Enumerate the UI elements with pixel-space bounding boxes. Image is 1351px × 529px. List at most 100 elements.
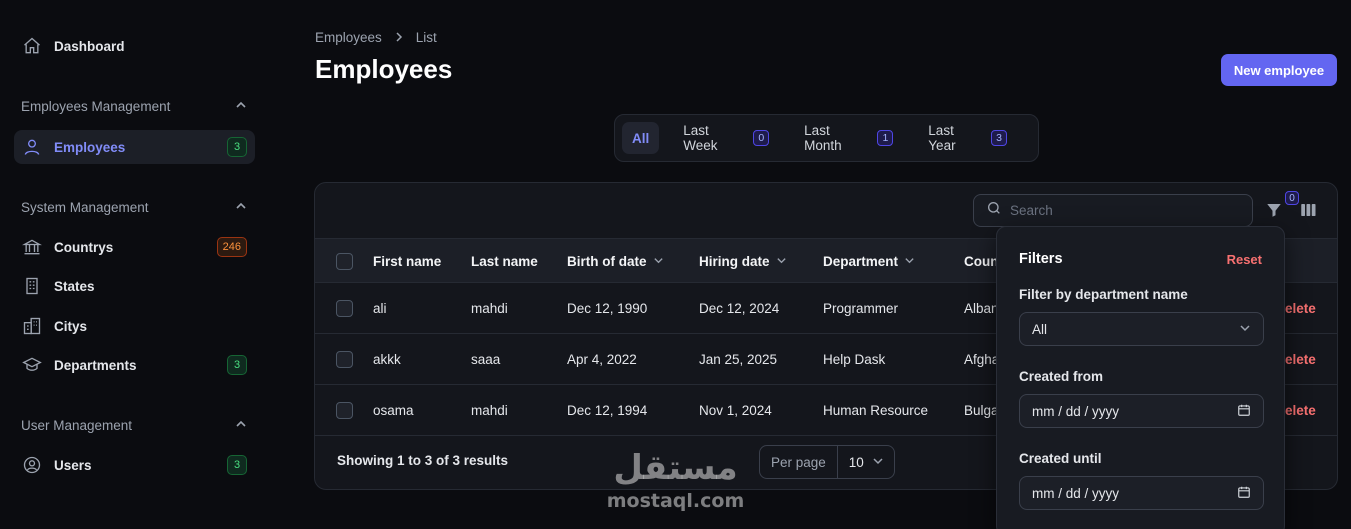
count-badge: 3 — [227, 455, 247, 475]
column-header[interactable]: First name — [373, 239, 441, 284]
created-from-label: Created from — [1019, 369, 1104, 384]
sidebar: Dashboard Employees Management Employees… — [0, 0, 270, 529]
cell-first-name: osama — [373, 403, 414, 418]
tab-label: Last Week — [683, 123, 718, 153]
tab-last-month[interactable]: Last Month 1 — [793, 122, 904, 154]
chevron-up-icon — [235, 99, 247, 114]
department-select-value: All — [1032, 321, 1048, 337]
column-header[interactable]: Department — [823, 239, 915, 284]
cell-department: Programmer — [823, 301, 899, 316]
select-all-checkbox[interactable] — [336, 253, 353, 270]
sidebar-item-users[interactable]: Users 3 — [14, 448, 255, 482]
column-header-label: Last name — [471, 254, 538, 269]
sidebar-item-label: States — [54, 278, 95, 294]
search-icon — [986, 200, 1002, 221]
tab-count-badge: 3 — [991, 130, 1007, 146]
sidebar-item-citys[interactable]: Citys — [14, 309, 255, 343]
user-circle-icon — [22, 455, 42, 475]
created-until-label: Created until — [1019, 451, 1102, 466]
sidebar-item-countrys[interactable]: Countrys 246 — [14, 230, 255, 264]
column-header[interactable]: Last name — [471, 239, 538, 284]
cell-last-name: mahdi — [471, 403, 508, 418]
cell-country: Bulga — [964, 403, 999, 418]
column-header-label: Coun — [964, 254, 999, 269]
column-header-label: Hiring date — [699, 254, 770, 269]
cell-birth-date: Dec 12, 1994 — [567, 403, 648, 418]
search-input[interactable] — [1010, 203, 1240, 218]
user-icon — [22, 137, 42, 157]
breadcrumb: Employees List — [315, 30, 437, 45]
building-icon — [22, 276, 42, 296]
search-box[interactable] — [973, 194, 1253, 227]
tab-last-week[interactable]: Last Week 0 — [672, 122, 780, 154]
created-from-field[interactable]: mm / dd / yyyy — [1019, 394, 1264, 428]
column-header-label: First name — [373, 254, 442, 269]
tab-all[interactable]: All — [622, 122, 660, 154]
tab-label: All — [632, 130, 650, 146]
created-until-placeholder: mm / dd / yyyy — [1032, 485, 1120, 501]
column-header[interactable]: Coun — [964, 239, 999, 284]
cell-last-name: mahdi — [471, 301, 508, 316]
chevron-down-icon — [653, 254, 664, 269]
columns-icon[interactable] — [1299, 201, 1317, 219]
department-filter-label: Filter by department name — [1019, 287, 1188, 302]
group-system-management[interactable]: System Management — [21, 200, 247, 215]
sidebar-item-employees[interactable]: Employees 3 — [14, 130, 255, 164]
watermark: مستقل mostaql.com — [603, 446, 748, 512]
new-employee-button[interactable]: New employee — [1221, 54, 1337, 86]
count-badge: 3 — [227, 137, 247, 157]
group-user-management[interactable]: User Management — [21, 418, 247, 433]
sidebar-item-label: Countrys — [54, 239, 114, 255]
filters-title: Filters — [1019, 251, 1063, 267]
sidebar-item-dashboard[interactable]: Dashboard — [14, 29, 255, 63]
tab-count-badge: 1 — [877, 130, 894, 146]
chevron-down-icon — [904, 254, 915, 269]
sidebar-item-label: Departments — [54, 357, 137, 373]
created-until-field[interactable]: mm / dd / yyyy — [1019, 476, 1264, 510]
department-select[interactable]: All — [1019, 312, 1264, 346]
breadcrumb-parent[interactable]: Employees — [315, 30, 382, 45]
chevron-up-icon — [235, 418, 247, 433]
calendar-icon[interactable] — [1237, 485, 1251, 502]
sidebar-item-states[interactable]: States — [14, 269, 255, 303]
tab-last-year[interactable]: Last Year 3 — [917, 122, 1018, 154]
cell-department: Help Dask — [823, 352, 886, 367]
delete-action[interactable]: elete — [1285, 283, 1316, 334]
column-header-label: Department — [823, 254, 899, 269]
cell-hiring-date: Jan 25, 2025 — [699, 352, 778, 367]
filter-icon[interactable] — [1265, 201, 1285, 221]
reset-filters-button[interactable]: Reset — [1227, 252, 1262, 267]
per-page-label: Per page — [760, 446, 838, 478]
filter-tabs: All Last Week 0 Last Month 1 Last Year 3 — [614, 114, 1039, 162]
delete-action[interactable]: elete — [1285, 385, 1316, 436]
tab-label: Last Year — [928, 123, 956, 153]
calendar-icon[interactable] — [1237, 403, 1251, 420]
cell-country: Alban — [964, 301, 999, 316]
city-icon — [22, 316, 42, 336]
column-header[interactable]: Birth of date — [567, 239, 664, 284]
chevron-up-icon — [235, 200, 247, 215]
column-header[interactable]: Hiring date — [699, 239, 787, 284]
row-checkbox[interactable] — [336, 402, 353, 419]
cell-department: Human Resource — [823, 403, 929, 418]
home-icon — [22, 36, 42, 56]
created-from-placeholder: mm / dd / yyyy — [1032, 403, 1120, 419]
per-page-value-text: 10 — [848, 454, 864, 470]
count-badge: 246 — [216, 237, 247, 257]
sidebar-item-label: Employees — [54, 139, 126, 155]
cell-hiring-date: Nov 1, 2024 — [699, 403, 772, 418]
group-employees-management[interactable]: Employees Management — [21, 99, 247, 114]
sidebar-item-label: Users — [54, 457, 92, 473]
tab-count-badge: 0 — [753, 130, 770, 146]
sidebar-item-departments[interactable]: Departments 3 — [14, 348, 255, 382]
row-checkbox[interactable] — [336, 300, 353, 317]
chevron-down-icon — [776, 254, 787, 269]
sidebar-item-label: Dashboard — [54, 38, 125, 54]
filter-count-badge: 0 — [1285, 191, 1299, 205]
per-page-value[interactable]: 10 — [838, 455, 894, 470]
delete-action[interactable]: elete — [1285, 334, 1316, 385]
group-title: User Management — [21, 418, 133, 433]
per-page-select[interactable]: Per page 10 — [759, 445, 895, 479]
cell-hiring-date: Dec 12, 2024 — [699, 301, 780, 316]
row-checkbox[interactable] — [336, 351, 353, 368]
